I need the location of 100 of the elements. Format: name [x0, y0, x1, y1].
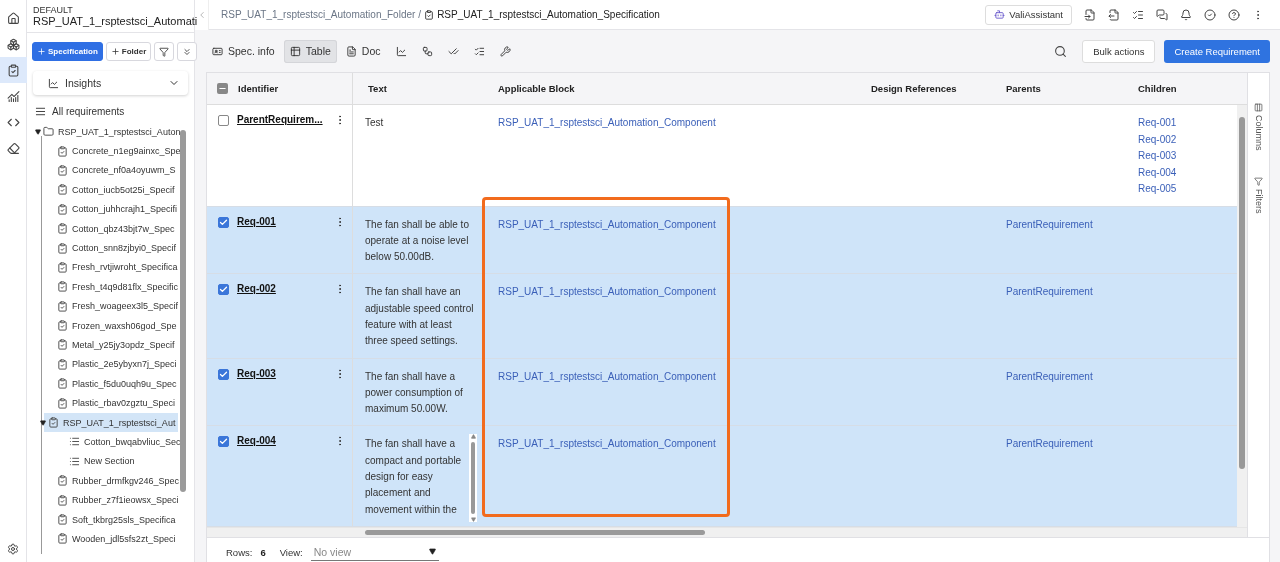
child-link[interactable]: Req-003	[1138, 148, 1237, 165]
new-specification-button[interactable]: Specification	[32, 42, 103, 61]
breadcrumb-link[interactable]: RSP_UAT_1_rsptestsci_Automation_Folder	[221, 9, 416, 20]
line-chart-icon	[48, 77, 59, 89]
view-tab[interactable]: Table	[283, 39, 337, 63]
row-checkbox[interactable]	[218, 368, 229, 380]
tree-item[interactable]: Metal_y25jy3opdz_Specif	[53, 335, 178, 355]
child-link[interactable]: Req-004	[1138, 164, 1237, 181]
clipboard-icon	[57, 281, 68, 293]
tree-item[interactable]: Concrete_n1eg9ainxc_Spe	[53, 141, 178, 161]
double-chevron-icon	[182, 46, 193, 57]
clipboard-icon	[57, 514, 68, 525]
requirement-link[interactable]: Req-004	[237, 435, 326, 447]
view-select[interactable]: No view	[310, 543, 439, 562]
columns-icon	[1254, 103, 1263, 112]
caret-icon[interactable]	[40, 419, 48, 426]
insights-dropdown[interactable]: Insights	[33, 71, 188, 95]
tree-item[interactable]: Frozen_waxsh06god_Spe	[53, 315, 178, 336]
bell-icon	[1180, 8, 1192, 21]
arrow-down-icon	[470, 516, 476, 522]
line-chart-icon	[395, 45, 407, 57]
row-checkbox[interactable]	[218, 216, 229, 228]
row-checkbox[interactable]	[218, 284, 229, 296]
block-link[interactable]: RSP_UAT_1_rsptestsci_Automation_Component	[498, 284, 856, 301]
tree-item[interactable]: Rubber_drmfkgv246_Spec	[53, 471, 178, 491]
new-folder-button[interactable]: Folder	[105, 42, 152, 61]
row-checkbox[interactable]	[218, 115, 229, 126]
tree-item[interactable]: Cotton_iucb5ot25i_Specif	[53, 180, 178, 200]
side-panel-tab[interactable]: Columns	[1253, 103, 1264, 151]
tree-item[interactable]: Fresh_rvtjiwroht_Specifica	[53, 257, 178, 278]
scrollbar[interactable]	[469, 434, 477, 522]
block-link[interactable]: RSP_UAT_1_rsptestsci_Automation_Component	[498, 436, 856, 453]
table-cell-text: The fan shall have a power consumption of maximum 50.00W.	[365, 369, 464, 417]
parent-link[interactable]: ParentRequirement	[1006, 284, 1123, 301]
block-link[interactable]: RSP_UAT_1_rsptestsci_Automation_Component	[498, 368, 856, 386]
parent-link[interactable]: ParentRequirement	[1006, 436, 1123, 453]
row-checkbox[interactable]	[218, 436, 229, 448]
create-requirement-button[interactable]: Create Requirement	[1164, 39, 1270, 63]
assistant-button[interactable]: ValiAssistant	[985, 4, 1072, 25]
robot-icon	[994, 9, 1006, 20]
specs-rail-button[interactable]	[0, 57, 27, 83]
column-header[interactable]: Text	[368, 83, 387, 94]
table-row[interactable]: Req-003 The fan shall have a power consumption of maximum 50.00W. RSP_UAT_1_rsptestsci_Automation_Component ParentRequirement	[207, 358, 1237, 427]
table-row[interactable]: ParentRequirem... Test RSP_UAT_1_rsptestsci_Automation_Component Req-001 Req-002 Req-003 Req-004 Req-005	[207, 105, 1237, 207]
parent-link[interactable]: ParentRequirement	[1006, 216, 1123, 233]
all-requirements-link[interactable]: All requirements	[27, 104, 194, 118]
table-row[interactable]: Req-001 The fan shall be able to operate at a noise level below 50.00dB. RSP_UAT_1_rsptestsci_Automation_Component ParentRequirement	[207, 206, 1237, 275]
tree-item[interactable]: Cotton_qbz43bjt7w_Spec	[53, 218, 178, 239]
workspace-name[interactable]: RSP_UAT_1_rsptestsci_Automati	[33, 15, 198, 27]
rows-label: Rows:	[226, 546, 253, 558]
tree-item[interactable]: Rubber_z7f1ieowsx_Speci	[53, 490, 178, 510]
child-link[interactable]: Req-005	[1138, 181, 1237, 198]
check-circle-icon	[1204, 8, 1216, 21]
tree-item[interactable]: Concrete_nf0a4oyuwm_S	[53, 160, 178, 181]
view-tab[interactable]: Spec. info	[206, 39, 281, 63]
requirement-link[interactable]: ParentRequirem...	[237, 114, 326, 125]
tree-item[interactable]: Cotton_juhhcrajh1_Specifi	[53, 199, 178, 219]
table-row[interactable]: Req-002 The fan shall have an adjustable speed control feature with at least three speed settings. RSP_UAT_1_rsptestsci_Automation_Component ParentRequirement	[207, 274, 1237, 359]
block-link[interactable]: RSP_UAT_1_rsptestsci_Automation_Component	[498, 115, 856, 132]
collapse-sidebar-button[interactable]	[195, 0, 209, 30]
tree-item[interactable]: Plastic_f5du0uqh9u_Spec	[53, 374, 178, 394]
column-header[interactable]: Identifier	[238, 83, 279, 94]
side-panel-tab[interactable]: Filters	[1253, 176, 1264, 213]
column-header[interactable]: Children	[1138, 83, 1177, 94]
rows-count: 6	[260, 546, 266, 558]
column-header[interactable]: Applicable Block	[498, 83, 575, 94]
tree-item[interactable]: Fresh_woageex3l5_Specif	[53, 296, 178, 316]
cubes-icon	[6, 37, 20, 51]
check-icon	[219, 437, 228, 447]
caret-icon[interactable]	[35, 128, 43, 135]
column-header[interactable]: Design References	[871, 83, 957, 94]
table-row[interactable]: Req-004 The fan shall have a compact and portable design for easy placement and movement within the RSP_UAT_1_rsptestsci_Automation_Component ParentRequirement	[207, 426, 1237, 527]
requirement-link[interactable]: Req-001	[237, 215, 326, 227]
tree-item[interactable]: Cotton_bwqabvliuc_Sec	[65, 432, 178, 452]
tree-item[interactable]: New Section	[65, 451, 178, 472]
tree-item[interactable]: Cotton_snn8zjbyi0_Specif	[53, 238, 178, 258]
filter-button[interactable]	[154, 42, 175, 61]
parent-link[interactable]: ParentRequirement	[1006, 368, 1123, 386]
tree-item[interactable]: Wooden_jdl5sfs2zt_Speci	[53, 529, 178, 549]
child-link[interactable]: Req-001	[1138, 115, 1237, 132]
tree-item[interactable]: Soft_tkbrg25sls_Specifica	[53, 509, 178, 530]
tree-item[interactable]: Fresh_t4q9d81flx_Specific	[53, 277, 178, 297]
tree-item[interactable]: Plastic_rbav0zgztu_Speci	[53, 393, 178, 413]
view-tab[interactable]: Doc	[339, 39, 387, 63]
tree-item[interactable]: RSP_UAT_1_rsptestsci_Auton	[43, 122, 178, 142]
block-link[interactable]: RSP_UAT_1_rsptestsci_Automation_Component	[498, 216, 856, 233]
scrollbar[interactable]	[1237, 105, 1247, 527]
select-all-checkbox[interactable]	[217, 83, 228, 94]
tree-item[interactable]: Plastic_2e5ybyxn7j_Speci	[53, 354, 178, 375]
tree-item[interactable]: RSP_UAT_1_rsptestsci_Aut	[44, 412, 178, 433]
column-header[interactable]: Parents	[1006, 83, 1041, 94]
requirement-link[interactable]: Req-002	[237, 283, 326, 295]
table-cell-text: The fan shall have an adjustable speed control feature with at least three speed settings.	[365, 285, 475, 349]
requirement-link[interactable]: Req-003	[237, 367, 326, 379]
wrench-icon	[499, 45, 511, 57]
clipboard-icon	[57, 358, 68, 370]
bulk-actions-button[interactable]: Bulk actions	[1082, 39, 1156, 63]
horizontal-scrollbar[interactable]	[207, 526, 1247, 537]
child-link[interactable]: Req-002	[1138, 131, 1237, 148]
clipboard-icon	[57, 378, 68, 390]
